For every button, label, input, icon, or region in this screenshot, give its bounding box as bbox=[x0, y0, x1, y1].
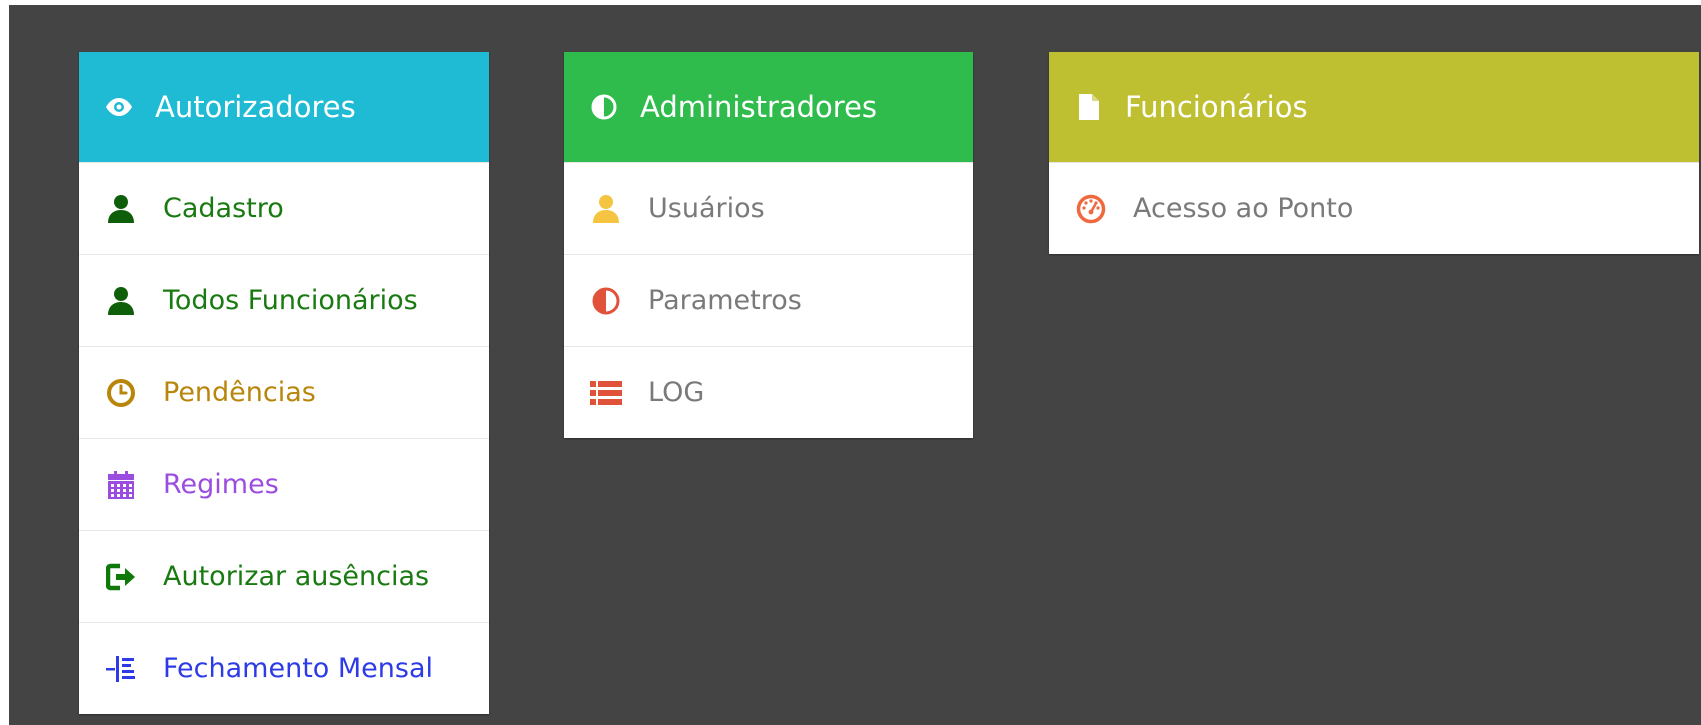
autorizadores-title: Autorizadores bbox=[155, 90, 356, 124]
half-circle-icon bbox=[590, 285, 622, 317]
funcionarios-panel: Funcionários Acesso ao Ponto bbox=[1049, 52, 1699, 254]
menu-item-label: Fechamento Mensal bbox=[163, 653, 434, 684]
menu-item-fechamento-mensal[interactable]: Fechamento Mensal bbox=[79, 622, 489, 714]
menu-item-usuarios[interactable]: Usuários bbox=[564, 162, 973, 254]
autorizadores-header: Autorizadores bbox=[79, 52, 489, 162]
user-icon bbox=[105, 285, 137, 317]
funcionarios-title: Funcionários bbox=[1125, 90, 1308, 124]
administradores-title: Administradores bbox=[640, 90, 878, 124]
menu-item-autorizar-ausencias[interactable]: Autorizar ausências bbox=[79, 530, 489, 622]
user-icon bbox=[590, 193, 622, 225]
user-icon bbox=[105, 193, 137, 225]
app-background: Autorizadores Cadastro Todos Funcionário… bbox=[9, 5, 1701, 725]
menu-item-label: Cadastro bbox=[163, 193, 284, 224]
menu-item-regimes[interactable]: Regimes bbox=[79, 438, 489, 530]
menu-item-todos-funcionarios[interactable]: Todos Funcionários bbox=[79, 254, 489, 346]
administradores-header: Administradores bbox=[564, 52, 973, 162]
half-circle-icon bbox=[590, 93, 618, 121]
split-list-icon bbox=[105, 653, 137, 685]
gauge-icon bbox=[1075, 193, 1107, 225]
menu-item-log[interactable]: LOG bbox=[564, 346, 973, 438]
menu-item-label: Todos Funcionários bbox=[163, 285, 418, 316]
menu-item-label: LOG bbox=[648, 377, 705, 408]
menu-item-acesso-ao-ponto[interactable]: Acesso ao Ponto bbox=[1049, 162, 1699, 254]
menu-item-label: Usuários bbox=[648, 193, 765, 224]
menu-item-pendencias[interactable]: Pendências bbox=[79, 346, 489, 438]
menu-item-label: Pendências bbox=[163, 377, 316, 408]
file-icon bbox=[1075, 93, 1103, 121]
funcionarios-header: Funcionários bbox=[1049, 52, 1699, 162]
menu-item-label: Parametros bbox=[648, 285, 802, 316]
sign-out-icon bbox=[105, 561, 137, 593]
menu-item-cadastro[interactable]: Cadastro bbox=[79, 162, 489, 254]
autorizadores-panel: Autorizadores Cadastro Todos Funcionário… bbox=[79, 52, 489, 714]
menu-item-label: Autorizar ausências bbox=[163, 561, 430, 592]
eye-icon bbox=[105, 93, 133, 121]
list-icon bbox=[590, 377, 622, 409]
menu-item-label: Regimes bbox=[163, 469, 279, 500]
administradores-panel: Administradores Usuários Parametros LOG bbox=[564, 52, 973, 438]
menu-item-parametros[interactable]: Parametros bbox=[564, 254, 973, 346]
menu-item-label: Acesso ao Ponto bbox=[1133, 193, 1354, 224]
clock-icon bbox=[105, 377, 137, 409]
calendar-icon bbox=[105, 469, 137, 501]
